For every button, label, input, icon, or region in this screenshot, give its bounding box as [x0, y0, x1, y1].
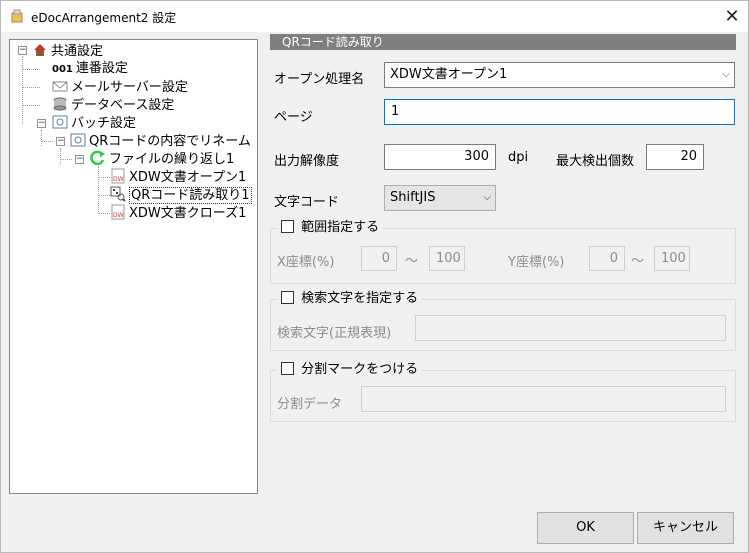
open-process-select[interactable]: XDW文書オープン1 ⌵ — [384, 62, 735, 88]
tree-item-qr-read[interactable]: QRコード読み取り1 — [110, 186, 252, 204]
settings-tree[interactable]: − − − − 共通設定 001 連番設定 メールサーバー設定 データベース設定 … — [9, 39, 258, 494]
page-label: ページ — [274, 110, 313, 125]
qr-search-icon — [110, 186, 126, 202]
house-icon — [34, 44, 46, 56]
tree-item-file-loop[interactable]: ファイルの繰り返し1 — [90, 150, 234, 168]
search-text-input[interactable] — [415, 315, 726, 341]
panel-header: QRコード読み取り — [270, 34, 736, 50]
svg-text:DW: DW — [113, 176, 124, 183]
title-bar: eDocArrangement2 設定 ✕ — [1, 1, 748, 32]
tree-item-xdw-open[interactable]: DW XDW文書オープン1 — [110, 168, 246, 186]
y-to-input[interactable]: 100 — [654, 246, 690, 271]
dpi-unit-label: dpi — [508, 150, 529, 165]
y-from-input[interactable]: 0 — [589, 246, 625, 271]
collapse-icon[interactable]: − — [37, 119, 46, 128]
search-text-label: 検索文字(正規表現) — [277, 326, 392, 341]
resolution-input[interactable]: 300 — [384, 144, 496, 170]
tree-item-database[interactable]: データベース設定 — [52, 96, 174, 114]
tree-item-batch-settings[interactable]: バッチ設定 — [52, 114, 136, 132]
charset-select[interactable]: ShiftJIS ⌵ — [384, 185, 496, 211]
tree-line — [22, 87, 40, 88]
ok-button[interactable]: OK — [537, 512, 634, 544]
chevron-down-icon: ⌵ — [722, 69, 730, 80]
loop-icon — [90, 150, 105, 166]
collapse-icon[interactable]: − — [56, 137, 65, 146]
mail-icon — [52, 81, 68, 92]
split-check[interactable]: 分割マークをつける — [277, 362, 423, 378]
page-input[interactable]: 1 — [384, 99, 735, 125]
close-button[interactable]: ✕ — [717, 3, 747, 31]
range-check[interactable]: 範囲指定する — [277, 220, 384, 236]
charset-label: 文字コード — [274, 195, 340, 210]
database-icon — [53, 97, 67, 111]
open-process-value: XDW文書オープン1 — [390, 67, 508, 82]
x-to-input[interactable]: 100 — [429, 246, 465, 271]
window-title: eDocArrangement2 設定 — [31, 11, 177, 25]
tree-line — [98, 177, 110, 178]
tree-line — [41, 141, 53, 142]
tree-line — [98, 195, 110, 196]
split-checkbox[interactable] — [281, 362, 294, 375]
tree-item-mail-server[interactable]: メールサーバー設定 — [52, 78, 188, 96]
close-icon: ✕ — [724, 6, 740, 27]
range-checkbox[interactable] — [281, 220, 294, 233]
charset-value: ShiftJIS — [390, 190, 436, 205]
max-detect-input[interactable]: 20 — [646, 144, 704, 170]
chevron-down-icon: ⌵ — [483, 192, 491, 203]
tree-item-common-settings[interactable]: 共通設定 — [32, 42, 103, 60]
tree-line — [98, 166, 99, 214]
tree-line — [41, 130, 42, 146]
svg-text:DW: DW — [113, 212, 124, 219]
max-detect-label: 最大検出個数 — [556, 154, 635, 169]
app-icon — [11, 9, 23, 23]
settings-window: eDocArrangement2 設定 ✕ − − − − 共通設定 001 連番… — [0, 0, 749, 553]
split-check-label: 分割マークをつける — [301, 362, 419, 377]
batch-icon — [70, 133, 86, 147]
x-coord-label: X座標(%) — [277, 255, 335, 270]
resolution-label: 出力解像度 — [274, 154, 340, 169]
split-data-input[interactable] — [361, 386, 726, 412]
tree-item-xdw-close[interactable]: DW XDW文書クローズ1 — [110, 204, 246, 222]
serial-number-icon: 001 — [52, 64, 73, 75]
y-tilde: ～ — [631, 254, 645, 269]
y-coord-label: Y座標(%) — [508, 255, 565, 270]
search-check[interactable]: 検索文字を指定する — [277, 291, 423, 307]
tree-line — [60, 148, 61, 164]
collapse-icon[interactable]: − — [75, 155, 84, 164]
tree-line — [22, 69, 40, 70]
open-process-label: オープン処理名 — [274, 72, 365, 87]
tree-line — [22, 105, 40, 106]
xdw-document-icon: DW — [111, 168, 125, 184]
collapse-icon[interactable]: − — [18, 46, 27, 55]
search-checkbox[interactable] — [281, 291, 294, 304]
xdw-document-icon: DW — [111, 204, 125, 220]
split-data-label: 分割データ — [277, 397, 343, 412]
range-check-label: 範囲指定する — [301, 220, 380, 235]
tree-item-serial-settings[interactable]: 001 連番設定 — [52, 60, 128, 78]
cancel-button[interactable]: キャンセル — [637, 512, 734, 544]
tree-line — [98, 213, 110, 214]
tree-line — [60, 159, 72, 160]
batch-icon — [52, 115, 68, 129]
tree-item-qr-rename[interactable]: QRコードの内容でリネーム — [70, 132, 251, 150]
x-from-input[interactable]: 0 — [361, 246, 397, 271]
tree-line — [22, 56, 23, 124]
search-check-label: 検索文字を指定する — [301, 291, 419, 306]
x-tilde: ～ — [405, 254, 419, 269]
